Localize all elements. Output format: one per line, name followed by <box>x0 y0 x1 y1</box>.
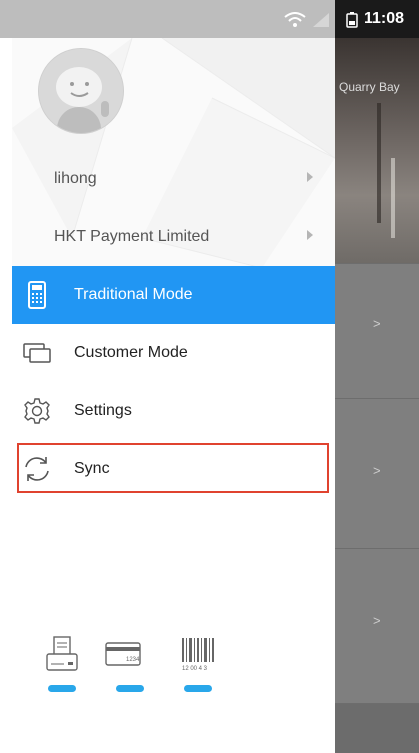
signal-icon <box>313 13 329 27</box>
row-arrow: > <box>373 463 381 478</box>
printer-status-indicator <box>48 685 76 692</box>
row-arrow: > <box>373 613 381 628</box>
location-label: Quarry Bay <box>339 80 400 94</box>
background-list-item[interactable]: > <box>335 548 419 704</box>
menu-item-label: Customer Mode <box>74 344 188 361</box>
user-name: lihong <box>54 170 97 187</box>
user-account-row[interactable]: lihong <box>12 150 335 208</box>
barcode-icon[interactable]: 12 00 4 3 <box>178 634 218 674</box>
card-number-text: 1234 <box>126 657 140 663</box>
chevron-right-icon <box>307 230 313 240</box>
status-bar: 11:08 <box>0 0 419 38</box>
background-list-item[interactable]: > <box>335 263 419 399</box>
navigation-drawer: lihong HKT Payment Limited Traditional M… <box>12 38 335 753</box>
menu-item-customer-mode[interactable]: Customer Mode <box>12 324 335 382</box>
background-app: Quarry Bay > > > <box>335 0 419 753</box>
printer-icon[interactable] <box>42 634 82 674</box>
screens-icon <box>23 343 51 363</box>
merchant-account-row[interactable]: HKT Payment Limited <box>12 208 335 266</box>
status-time: 11:08 <box>364 10 405 27</box>
menu-item-settings[interactable]: Settings <box>12 382 335 440</box>
battery-icon <box>346 12 358 28</box>
avatar-icon <box>39 49 123 133</box>
barcode-status-indicator <box>184 685 212 692</box>
wifi-icon <box>284 12 306 27</box>
row-arrow: > <box>373 316 381 331</box>
avatar[interactable] <box>38 48 124 134</box>
barcode-text: 12 00 4 3 <box>182 666 208 672</box>
calculator-icon <box>28 281 46 309</box>
card-icon[interactable]: 1234 <box>103 634 143 674</box>
gear-icon <box>24 398 50 424</box>
chevron-right-icon <box>307 172 313 182</box>
app-screen: Quarry Bay > > > 11:08 lihong HKT Paymen… <box>0 0 419 753</box>
menu-item-label: Settings <box>74 402 132 419</box>
merchant-name: HKT Payment Limited <box>54 228 210 245</box>
background-photo <box>335 38 419 263</box>
background-list-item[interactable]: > <box>335 398 419 549</box>
menu-item-label: Traditional Mode <box>74 286 193 303</box>
background-list-item <box>335 703 419 753</box>
menu-item-traditional-mode[interactable]: Traditional Mode <box>12 266 335 324</box>
card-status-indicator <box>116 685 144 692</box>
sync-highlight-box <box>17 443 329 493</box>
